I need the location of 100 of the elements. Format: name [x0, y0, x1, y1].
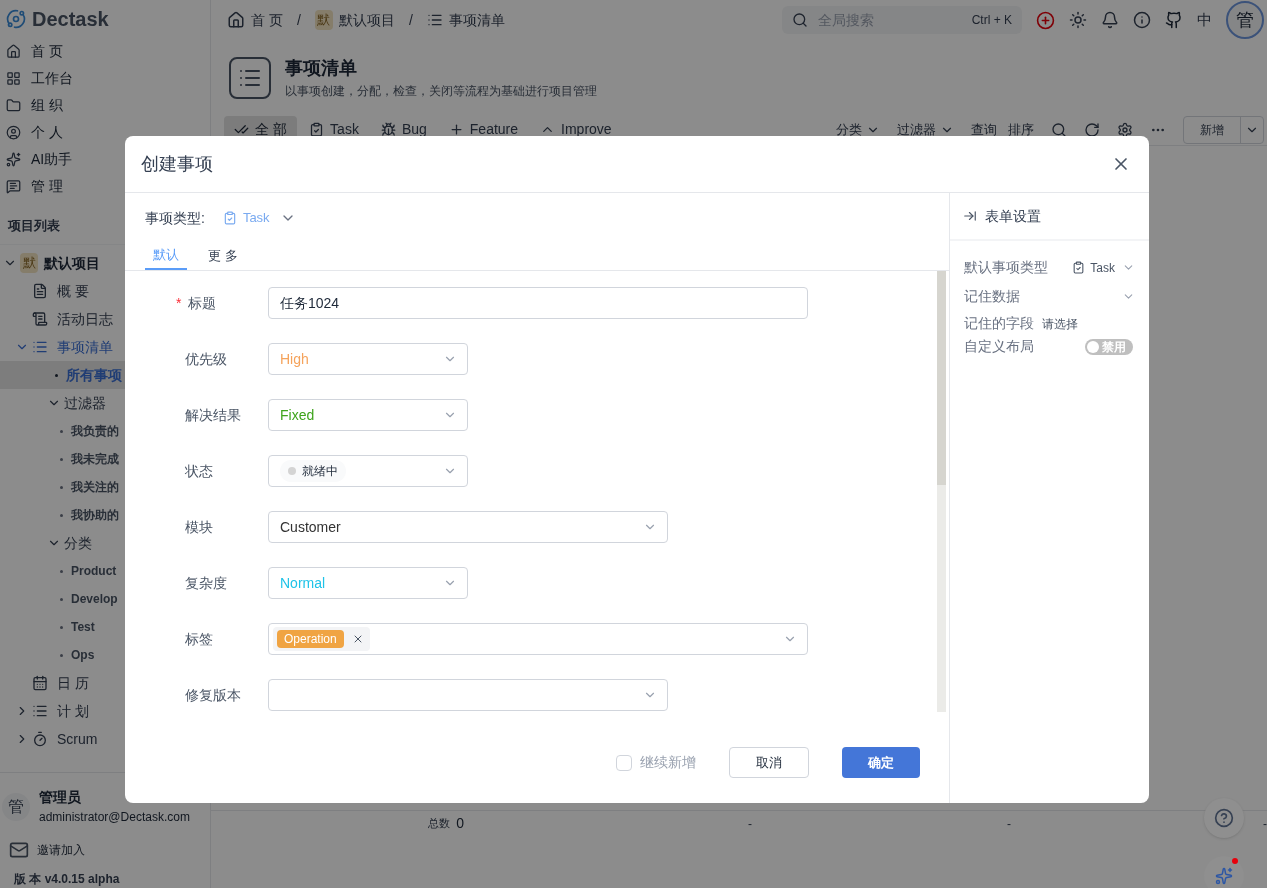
tree-item[interactable]: 概 要	[57, 280, 89, 302]
field-label: 标签	[185, 629, 213, 649]
github-icon[interactable]	[1165, 11, 1183, 29]
checkbox[interactable]	[616, 754, 632, 771]
cancel-button[interactable]: 取消	[729, 747, 809, 778]
invite-link[interactable]: 邀请加入	[37, 841, 85, 859]
tree-item[interactable]: 我关注的	[71, 478, 119, 496]
ai-icon	[1215, 867, 1233, 885]
form-tab[interactable]: 更 多	[200, 242, 246, 270]
setting-label: 记住数据	[964, 287, 1020, 306]
tree-item[interactable]: Develop	[71, 590, 118, 608]
nav-item[interactable]: 首 页	[31, 41, 63, 62]
nav-item[interactable]: 工作台	[31, 68, 73, 89]
tree-item[interactable]: 我负责的	[71, 422, 119, 440]
tree-item[interactable]: 默认项目	[44, 252, 100, 274]
info-icon[interactable]	[1133, 11, 1151, 29]
refresh-icon[interactable]	[1084, 121, 1100, 138]
tab-icon	[448, 122, 464, 137]
field-label: 修复版本	[185, 685, 241, 705]
help-button[interactable]	[1204, 798, 1244, 838]
clipboard-icon	[1072, 261, 1086, 274]
tree-item[interactable]: 计 划	[57, 700, 89, 722]
type-tab[interactable]: Task	[299, 115, 369, 144]
type-tab[interactable]: Bug	[370, 115, 437, 144]
select-value: Normal	[280, 573, 326, 593]
nav-item[interactable]: 组 织	[31, 95, 63, 116]
tree-item[interactable]: Product	[71, 562, 117, 580]
tree-item[interactable]: 过滤器	[64, 392, 106, 414]
tree-item[interactable]: 活动日志	[57, 308, 113, 330]
field-label: 状态	[185, 461, 213, 481]
scrollbar[interactable]	[937, 271, 946, 712]
nav-item[interactable]: 管 理	[31, 176, 63, 197]
title-input[interactable]: 任务1024	[268, 287, 808, 319]
invite-icon	[9, 840, 29, 860]
item-icon	[32, 283, 48, 299]
version-text: 版 本 v4.0.15 alpha	[13, 871, 120, 888]
user-avatar[interactable]: 管	[1226, 1, 1264, 39]
nav-item[interactable]: AI助手	[31, 149, 73, 170]
section-title: 项目列表	[6, 217, 60, 235]
select-field[interactable]: Customer	[268, 511, 668, 543]
nav-item[interactable]: 个 人	[31, 122, 63, 143]
status-select[interactable]: 就绪中	[268, 455, 468, 487]
setting-label: 默认事项类型	[964, 258, 1048, 277]
dialog-title: 创建事项	[141, 152, 213, 176]
user-email: administrator@Dectask.com	[39, 809, 190, 826]
tree-item[interactable]: 分类	[64, 532, 92, 554]
select-value: Customer	[280, 517, 341, 537]
search-icon	[792, 12, 808, 28]
form-tab[interactable]: 默认	[145, 242, 187, 270]
home-icon	[227, 11, 246, 29]
total-count: 0	[456, 814, 464, 833]
item-icon	[32, 703, 48, 719]
add-icon[interactable]	[1036, 10, 1055, 30]
item-icon	[32, 675, 48, 691]
breadcrumb-item[interactable]: 事项清单	[448, 9, 505, 31]
nav-icon	[6, 125, 21, 140]
dropdown-menu[interactable]: 过滤器	[897, 119, 954, 140]
bell-icon[interactable]	[1101, 11, 1119, 29]
toolbar-link[interactable]: 排序	[1008, 119, 1034, 140]
item-icon	[32, 311, 48, 327]
nav-icon	[6, 179, 21, 194]
logo-icon	[6, 9, 26, 29]
breadcrumb-item[interactable]: 首 页	[251, 9, 284, 31]
toolbar-link[interactable]: 查询	[971, 119, 997, 140]
sun-icon[interactable]	[1069, 11, 1087, 29]
user-avatar: 管	[2, 792, 30, 821]
select-field[interactable]	[268, 679, 668, 711]
search-icon[interactable]	[1051, 121, 1067, 138]
type-label: 事项类型:	[145, 208, 205, 228]
type-tab[interactable]: Feature	[438, 115, 529, 144]
confirm-button[interactable]: 确定	[842, 747, 920, 778]
select-placeholder[interactable]: 请选择	[1042, 314, 1078, 333]
tree-item[interactable]: 事项清单	[57, 336, 113, 358]
field-label: 标题	[188, 293, 217, 313]
page-subtitle: 以事项创建，分配，检查，关闭等流程为基础进行项目管理	[285, 83, 598, 100]
total-label: 总数	[428, 816, 451, 832]
item-icon	[32, 731, 48, 747]
tree-item[interactable]: 我协助的	[71, 506, 119, 524]
select-field[interactable]: Fixed	[268, 399, 468, 431]
select-value: Fixed	[280, 405, 315, 425]
tree-item[interactable]: Test	[71, 618, 95, 636]
type-tab[interactable]: Improve	[530, 115, 622, 144]
breadcrumb-separator: /	[409, 10, 413, 30]
dropdown-menu[interactable]: 分类	[836, 119, 880, 140]
breadcrumb-item[interactable]: 默认项目	[339, 9, 395, 31]
type-select[interactable]: Task	[1072, 258, 1135, 277]
bullet-icon	[60, 597, 63, 601]
language-button[interactable]: 中	[1197, 8, 1212, 32]
page-title: 事项清单	[285, 57, 359, 80]
settings-icon[interactable]	[1117, 121, 1133, 138]
tree-item[interactable]: 日 历	[57, 672, 89, 694]
collapse-icon[interactable]	[963, 209, 977, 223]
setting-label: 记住的字段	[964, 314, 1034, 333]
tree-item[interactable]: Ops	[71, 646, 95, 664]
table-cell-text: -	[1007, 815, 1011, 833]
panel-title: 表单设置	[985, 206, 1041, 226]
required-mark: *	[176, 293, 182, 313]
tree-item[interactable]: 我未完成	[71, 450, 119, 468]
tree-item[interactable]: Scrum	[57, 728, 98, 750]
user-name: 管理员	[39, 788, 82, 807]
